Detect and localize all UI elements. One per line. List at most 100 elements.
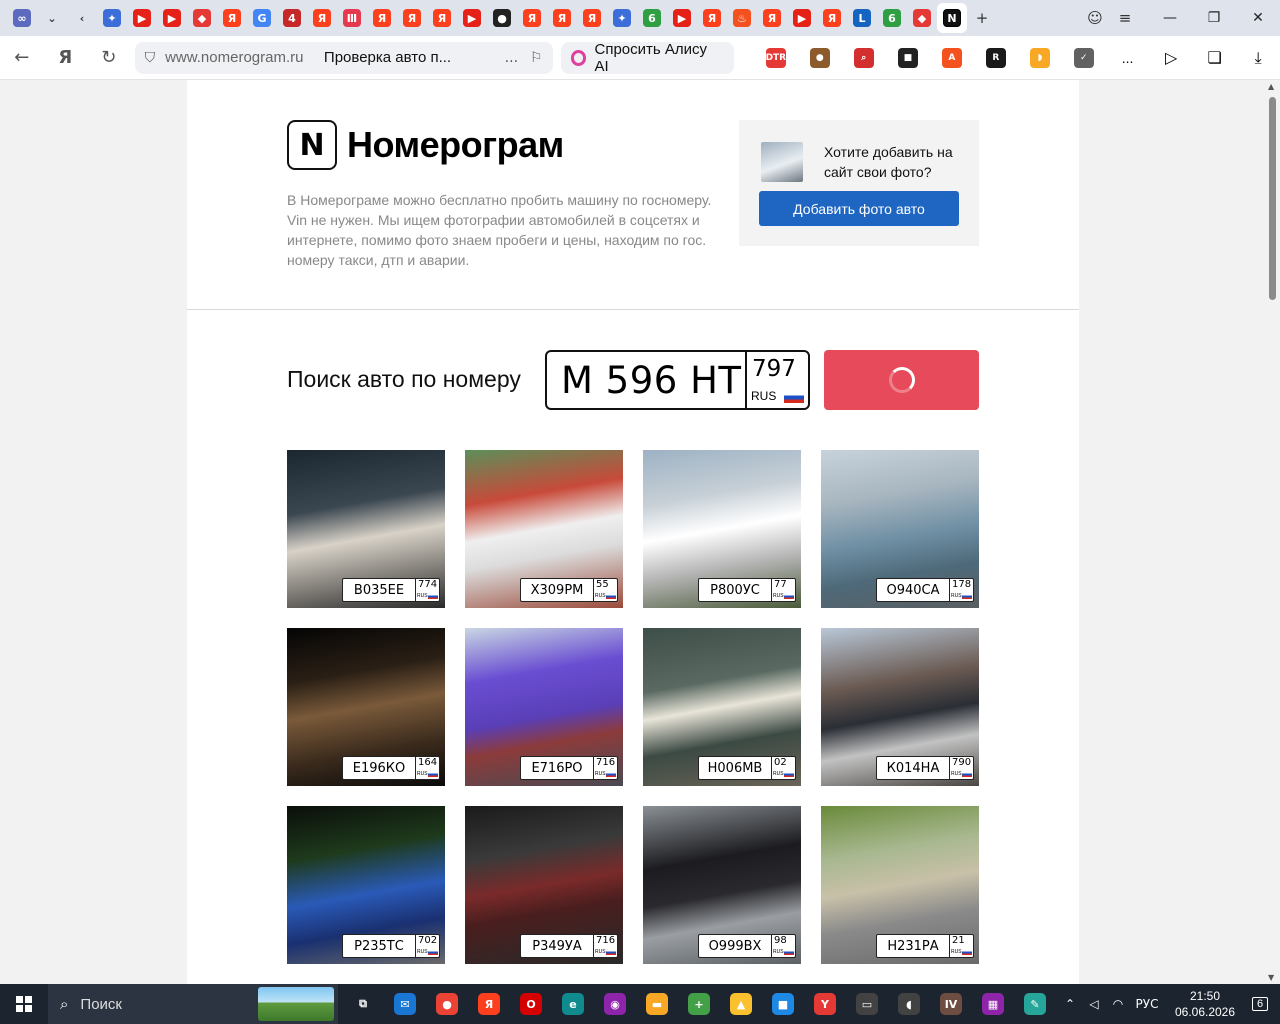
url-box[interactable]: ⛉ www.nomerogram.ru Проверка авто п... .… <box>134 41 553 74</box>
close-window-button[interactable]: ✕ <box>1236 0 1280 36</box>
browser-menu-icon[interactable]: ≡ <box>1110 3 1140 33</box>
taskbar-app[interactable]: ▲ <box>720 984 762 1024</box>
back-button[interactable]: ← <box>0 36 44 80</box>
browser-tab[interactable]: ● <box>487 3 517 33</box>
car-photo-card[interactable]: О940СА 178 RUS <box>821 450 979 608</box>
browser-tab[interactable]: ⌄ <box>37 3 67 33</box>
new-tab-button[interactable]: + <box>967 3 997 33</box>
site-info-icon[interactable]: ⛉ <box>145 50 156 66</box>
car-photo-card[interactable]: О999ВХ 98 RUS <box>643 806 801 964</box>
browser-tab[interactable]: Ⅲ <box>337 3 367 33</box>
browser-tab[interactable]: 6 <box>637 3 667 33</box>
taskbar-search[interactable]: ⌕ Поиск <box>48 984 338 1024</box>
more-extensions-button[interactable]: ... <box>1106 36 1150 80</box>
car-photo-card[interactable]: В035ЕЕ 774 RUS <box>287 450 445 608</box>
extension-button[interactable]: ✓ <box>1062 36 1106 80</box>
browser-tab[interactable]: ✦ <box>607 3 637 33</box>
browser-tab[interactable]: Я <box>757 3 787 33</box>
page-scrollbar[interactable]: ▲ ▼ <box>1266 80 1280 984</box>
taskbar-app[interactable]: ✎ <box>1014 984 1056 1024</box>
language-indicator[interactable]: РУС <box>1130 997 1164 1011</box>
reload-button[interactable]: ↻ <box>87 36 131 80</box>
browser-tab[interactable]: Я <box>427 3 457 33</box>
wifi-icon[interactable]: ◠ <box>1106 997 1130 1011</box>
profile-avatar-icon[interactable]: ☺ <box>1080 3 1110 33</box>
car-photo-card[interactable]: К014НА 790 RUS <box>821 628 979 786</box>
clock[interactable]: 21:50 06.06.2026 <box>1170 988 1240 1020</box>
extension-button[interactable]: DTR <box>754 36 798 80</box>
extension-button[interactable]: A <box>930 36 974 80</box>
taskbar-app[interactable]: + <box>678 984 720 1024</box>
taskbar-app[interactable]: ● <box>426 984 468 1024</box>
taskbar-app[interactable]: ■ <box>762 984 804 1024</box>
browser-tab[interactable]: ∞ <box>7 3 37 33</box>
start-button[interactable] <box>0 984 48 1024</box>
car-photo-card[interactable]: Р800УС 77 RUS <box>643 450 801 608</box>
volume-icon[interactable]: ◁ <box>1082 997 1106 1011</box>
browser-tab[interactable]: 4 <box>277 3 307 33</box>
browser-tab[interactable]: 6 <box>877 3 907 33</box>
browser-tab[interactable]: N <box>937 3 967 33</box>
browser-tab[interactable]: Я <box>517 3 547 33</box>
browser-tab[interactable]: ♨ <box>727 3 757 33</box>
browser-tab[interactable]: ✦ <box>97 3 127 33</box>
taskbar-app[interactable]: ⧉ <box>342 984 384 1024</box>
site-logo[interactable]: N Номерограм <box>287 120 564 170</box>
yandex-home-button[interactable]: Я <box>44 36 88 80</box>
browser-tab[interactable]: ◆ <box>187 3 217 33</box>
browser-tab[interactable]: ◆ <box>907 3 937 33</box>
taskbar-app[interactable]: ✉ <box>384 984 426 1024</box>
plate-region-input[interactable]: 797 <box>752 356 796 382</box>
taskbar-app[interactable]: Y <box>804 984 846 1024</box>
browser-tab[interactable]: ▶ <box>667 3 697 33</box>
browser-tab[interactable]: Я <box>367 3 397 33</box>
browser-tab[interactable]: ▶ <box>157 3 187 33</box>
scroll-down-arrow-icon[interactable]: ▼ <box>1268 973 1274 982</box>
browser-tab[interactable]: Я <box>217 3 247 33</box>
taskbar-app[interactable]: ◖ <box>888 984 930 1024</box>
car-photo-card[interactable]: Р235ТС 702 RUS <box>287 806 445 964</box>
extension-button[interactable]: R <box>974 36 1018 80</box>
ask-alice-button[interactable]: Спросить Алису AI <box>560 41 734 75</box>
downloads-icon[interactable]: ⤓ <box>1236 36 1280 80</box>
extension-button[interactable]: ● <box>798 36 842 80</box>
more-dots-icon[interactable]: ... <box>505 50 518 66</box>
taskbar-app[interactable]: O <box>510 984 552 1024</box>
search-button[interactable] <box>824 350 979 410</box>
car-photo-card[interactable]: Н006МВ 02 RUS <box>643 628 801 786</box>
add-photo-button[interactable]: Добавить фото авто <box>759 191 959 226</box>
browser-tab[interactable]: ▶ <box>127 3 157 33</box>
taskbar-app[interactable]: e <box>552 984 594 1024</box>
car-photo-card[interactable]: Х309РМ 55 RUS <box>465 450 623 608</box>
extension-button[interactable]: ■ <box>886 36 930 80</box>
browser-tab[interactable]: ▶ <box>457 3 487 33</box>
scroll-up-arrow-icon[interactable]: ▲ <box>1268 82 1274 91</box>
taskbar-app[interactable]: Я <box>468 984 510 1024</box>
restore-button[interactable]: ❐ <box>1192 0 1236 36</box>
extension-button[interactable]: ◗ <box>1018 36 1062 80</box>
search-highlight-image[interactable] <box>258 987 334 1021</box>
extension-button[interactable]: ⌕ <box>842 36 886 80</box>
scrollbar-thumb[interactable] <box>1269 97 1276 300</box>
plate-input[interactable]: М 596 НТ 797 RUS <box>545 350 810 410</box>
browser-tab[interactable]: Я <box>547 3 577 33</box>
bookmark-icon[interactable]: ⚐ <box>530 50 543 66</box>
car-photo-card[interactable]: Н231РА 21 RUS <box>821 806 979 964</box>
browser-tab[interactable]: Я <box>697 3 727 33</box>
taskbar-app[interactable]: ▦ <box>972 984 1014 1024</box>
browser-tab[interactable]: Я <box>817 3 847 33</box>
taskbar-app[interactable]: ▬ <box>636 984 678 1024</box>
tray-chevron-icon[interactable]: ⌃ <box>1058 997 1082 1011</box>
minimize-button[interactable]: — <box>1148 0 1192 36</box>
plate-number-input[interactable]: М 596 НТ <box>547 352 745 408</box>
browser-tab[interactable]: L <box>847 3 877 33</box>
browser-tab[interactable]: Я <box>577 3 607 33</box>
car-photo-card[interactable]: Е716РО 716 RUS <box>465 628 623 786</box>
collections-icon[interactable]: ❏ <box>1193 36 1237 80</box>
taskbar-app[interactable]: ▭ <box>846 984 888 1024</box>
car-photo-card[interactable]: Р349УА 716 RUS <box>465 806 623 964</box>
plate-region-box[interactable]: 797 RUS <box>745 352 808 408</box>
browser-tab[interactable]: Я <box>397 3 427 33</box>
media-play-icon[interactable]: ▷ <box>1149 36 1193 80</box>
browser-tab[interactable]: G <box>247 3 277 33</box>
